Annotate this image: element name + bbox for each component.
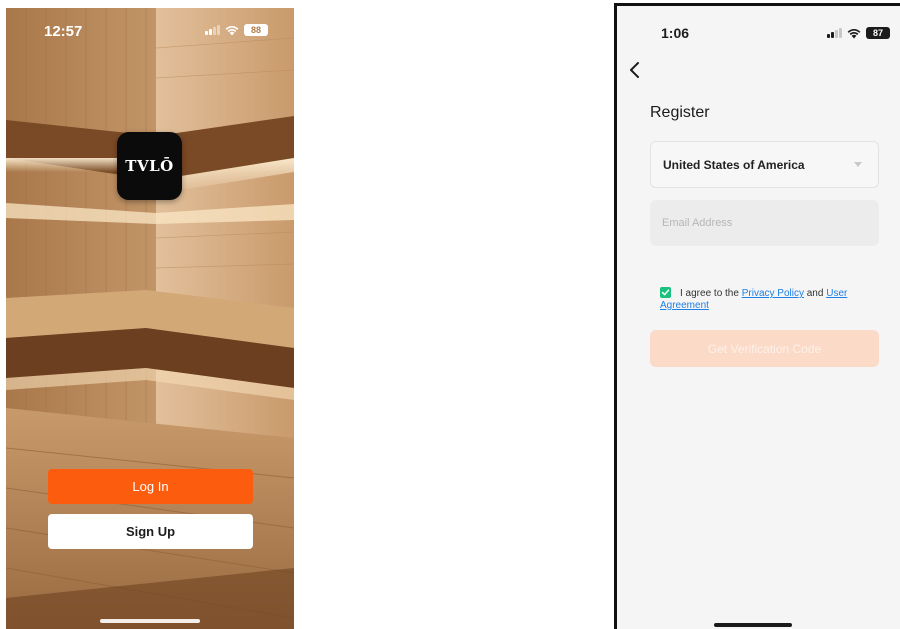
signup-button[interactable]: Sign Up — [48, 514, 253, 549]
agreement-checkbox[interactable] — [660, 287, 671, 298]
login-screen: 12:57 88 TVLŌ Log In Sign Up — [6, 8, 294, 629]
status-time: 1:06 — [661, 25, 690, 41]
chevron-down-icon — [854, 162, 862, 167]
country-select[interactable]: United States of America — [650, 141, 879, 188]
email-field[interactable] — [650, 200, 879, 246]
home-indicator — [100, 619, 200, 623]
status-time: 12:57 — [44, 23, 83, 40]
privacy-policy-link[interactable]: Privacy Policy — [742, 288, 804, 299]
agreement-conjunction: and — [806, 288, 824, 299]
checkmark-icon — [661, 289, 670, 296]
back-chevron-icon[interactable] — [626, 59, 644, 81]
wifi-icon — [225, 25, 239, 35]
agreement-prefix: I agree to the — [680, 288, 739, 299]
app-logo: TVLŌ — [117, 132, 182, 200]
login-button[interactable]: Log In — [48, 469, 253, 504]
status-icons: 88 — [205, 24, 268, 36]
cellular-signal-icon — [205, 25, 220, 35]
cellular-signal-icon — [827, 28, 842, 38]
page-title: Register — [650, 104, 710, 121]
get-verification-code-button[interactable]: Get Verification Code — [650, 330, 879, 367]
battery-indicator: 87 — [866, 27, 890, 39]
logo-text: TVLŌ — [125, 157, 174, 175]
home-indicator — [714, 623, 792, 627]
status-bar: 12:57 88 — [6, 8, 294, 52]
country-value: United States of America — [663, 158, 805, 172]
wifi-icon — [847, 28, 861, 38]
battery-indicator: 88 — [244, 24, 268, 36]
register-screen: 1:06 87 Register United States of Americ… — [614, 3, 900, 629]
status-icons: 87 — [827, 27, 890, 39]
agreement-row: I agree to the Privacy Policy and User A… — [660, 287, 880, 312]
